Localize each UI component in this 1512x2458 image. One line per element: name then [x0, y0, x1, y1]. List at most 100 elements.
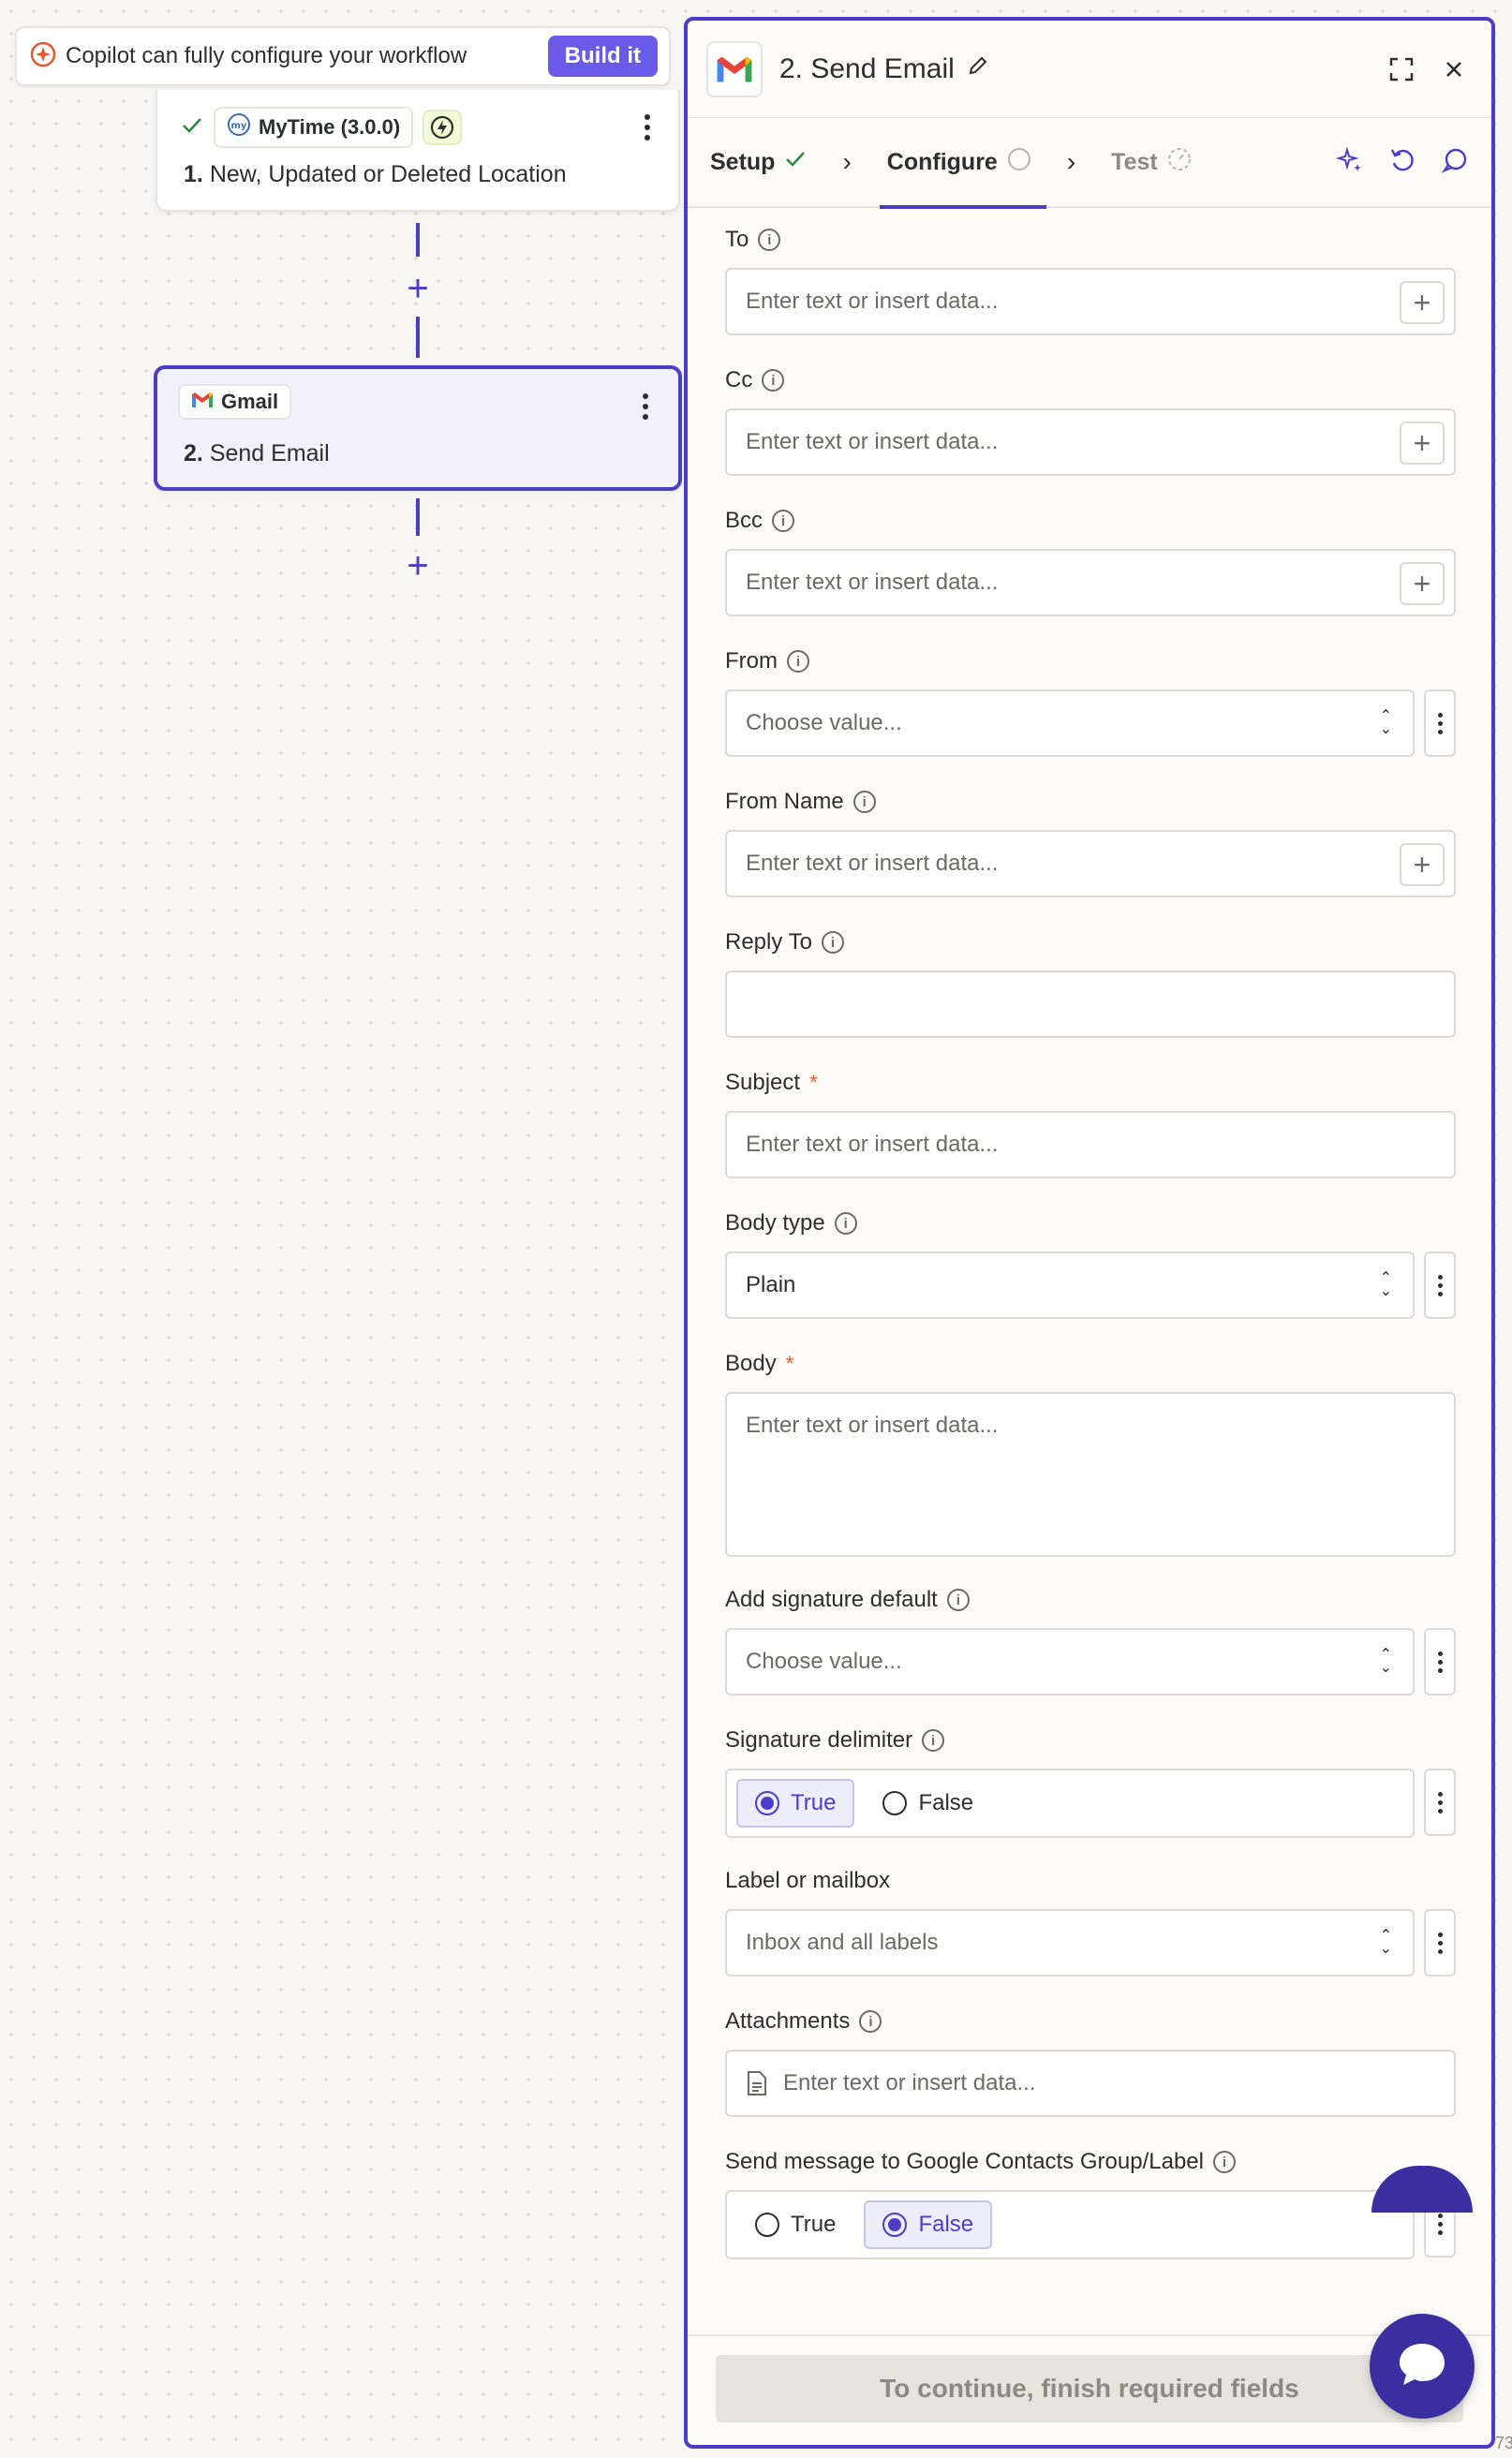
mytime-logo-icon: my: [227, 112, 251, 142]
select-chevron-icon: ⌃ ⌄: [1379, 1647, 1392, 1676]
step-tabs: Setup › Configure › Test: [688, 117, 1491, 209]
connector-line: [416, 317, 420, 358]
info-icon[interactable]: i: [758, 229, 781, 251]
add-step-icon[interactable]: +: [401, 270, 435, 307]
timer-icon: [1167, 147, 1192, 178]
continue-button[interactable]: To continue, finish required fields: [716, 2355, 1463, 2422]
contacts-group-radio-group: True False: [725, 2190, 1415, 2259]
panel-header: 2. Send Email: [688, 21, 1491, 118]
radio-true[interactable]: True: [736, 2200, 854, 2249]
info-icon[interactable]: i: [859, 2010, 882, 2033]
app-name: MyTime (3.0.0): [259, 115, 401, 139]
action-step-node[interactable]: Gmail 2. Send Email: [154, 365, 682, 491]
body-type-select[interactable]: Plain ⌃ ⌄: [725, 1251, 1415, 1319]
trigger-step-node[interactable]: my MyTime (3.0.0) 1. New, Updated or Del…: [156, 90, 680, 212]
field-menu-icon[interactable]: [1424, 1769, 1456, 1836]
insert-data-button[interactable]: +: [1400, 281, 1445, 324]
build-it-button[interactable]: Build it: [547, 36, 658, 77]
chevron-right-icon: ›: [1066, 147, 1076, 176]
radio-false[interactable]: False: [864, 2200, 993, 2249]
signature-delimiter-radio-group: True False: [725, 1769, 1415, 1838]
panel-edge-strip: [1497, 974, 1512, 2458]
info-icon[interactable]: i: [821, 931, 844, 954]
reply-to-input[interactable]: [725, 970, 1456, 1038]
field-menu-icon[interactable]: [1424, 1909, 1456, 1977]
gmail-icon: [706, 40, 763, 97]
check-icon: [784, 148, 807, 177]
cc-input[interactable]: Enter text or insert data... +: [725, 408, 1456, 476]
radio-false[interactable]: False: [864, 1779, 992, 1828]
field-menu-icon[interactable]: [1424, 1628, 1456, 1695]
info-icon[interactable]: i: [772, 510, 795, 532]
step-title: 2. Send Email: [184, 440, 330, 466]
to-input[interactable]: Enter text or insert data... +: [725, 268, 1456, 335]
signature-default-select[interactable]: Choose value... ⌃ ⌄: [725, 1628, 1415, 1695]
copilot-icon: [30, 41, 56, 72]
info-icon[interactable]: i: [834, 1212, 857, 1235]
body-field: Body * Enter text or insert data...: [725, 1349, 1456, 1557]
close-icon[interactable]: [1435, 51, 1473, 88]
chat-bubble-icon: [1394, 2336, 1450, 2397]
edit-pencil-icon[interactable]: [966, 53, 990, 85]
reply-to-field: Reply To i: [725, 927, 1456, 1038]
required-marker: *: [809, 1071, 818, 1094]
gmail-icon: [191, 390, 214, 414]
info-icon[interactable]: i: [787, 650, 809, 673]
subject-input[interactable]: Enter text or insert data...: [725, 1111, 1456, 1178]
comment-icon[interactable]: [1441, 146, 1469, 179]
more-options-icon[interactable]: [643, 393, 648, 424]
svg-text:my: my: [231, 121, 247, 131]
more-options-icon[interactable]: [645, 114, 650, 145]
body-textarea[interactable]: Enter text or insert data...: [725, 1392, 1456, 1557]
info-icon[interactable]: i: [922, 1729, 945, 1752]
attachments-field: Attachments i Enter text or insert data..…: [725, 2006, 1456, 2117]
body-type-field: Body type i Plain ⌃ ⌄: [725, 1208, 1456, 1319]
app-name: Gmail: [221, 390, 279, 413]
chat-launcher-button[interactable]: [1370, 2314, 1475, 2419]
label-mailbox-select[interactable]: Inbox and all labels ⌃ ⌄: [725, 1909, 1415, 1977]
add-step-icon[interactable]: +: [401, 547, 435, 585]
ai-sparkle-icon[interactable]: [1335, 145, 1364, 179]
subject-field: Subject * Enter text or insert data...: [725, 1068, 1456, 1178]
label-mailbox-field: Label or mailbox Inbox and all labels ⌃ ⌄: [725, 1866, 1456, 1977]
expand-icon[interactable]: [1383, 51, 1420, 88]
step-title: 1. New, Updated or Deleted Location: [184, 161, 567, 187]
select-chevron-icon: ⌃ ⌄: [1379, 1270, 1392, 1299]
insert-data-button[interactable]: +: [1400, 422, 1445, 465]
required-marker: *: [785, 1352, 794, 1375]
from-field: From i Choose value... ⌃ ⌄: [725, 646, 1456, 757]
app-badge: my MyTime (3.0.0): [214, 107, 414, 148]
info-icon[interactable]: i: [852, 791, 876, 813]
field-menu-icon[interactable]: [1424, 689, 1456, 757]
insert-data-button[interactable]: +: [1400, 562, 1445, 605]
chevron-right-icon: ›: [842, 147, 852, 176]
from-select[interactable]: Choose value... ⌃ ⌄: [725, 689, 1415, 757]
insert-data-button[interactable]: +: [1400, 843, 1445, 886]
tab-test[interactable]: Test: [1111, 117, 1192, 207]
from-name-field: From Name i Enter text or insert data... +: [725, 787, 1456, 897]
file-icon: [746, 2070, 768, 2096]
to-field: To i Enter text or insert data... +: [725, 225, 1456, 335]
attachments-input[interactable]: Enter text or insert data...: [725, 2050, 1456, 2117]
bcc-field: Bcc i Enter text or insert data... +: [725, 506, 1456, 616]
corner-number: 73: [1495, 2434, 1512, 2452]
field-menu-icon[interactable]: [1424, 1251, 1456, 1319]
signature-default-field: Add signature default i Choose value... ⌃ ⌄: [725, 1585, 1456, 1695]
signature-delimiter-field: Signature delimiter i True False: [725, 1725, 1456, 1838]
step-config-panel: 2. Send Email Setup › Configure › Test T…: [684, 17, 1495, 2449]
connector-line: [416, 223, 420, 257]
refresh-icon[interactable]: [1388, 146, 1416, 179]
copilot-text: Copilot can fully configure your workflo…: [66, 43, 467, 68]
bcc-input[interactable]: Enter text or insert data... +: [725, 549, 1456, 616]
tab-setup[interactable]: Setup: [710, 117, 807, 207]
select-chevron-icon: ⌃ ⌄: [1379, 708, 1392, 737]
radio-true[interactable]: True: [736, 1779, 855, 1828]
tab-configure[interactable]: Configure: [879, 117, 1046, 209]
from-name-input[interactable]: Enter text or insert data... +: [725, 830, 1456, 897]
info-icon[interactable]: i: [1212, 2151, 1236, 2173]
info-icon[interactable]: i: [762, 369, 785, 392]
info-icon[interactable]: i: [946, 1589, 970, 1611]
pending-circle-icon: [1007, 147, 1031, 178]
panel-title: 2. Send Email: [779, 53, 1368, 85]
instant-trigger-icon: [422, 110, 463, 145]
